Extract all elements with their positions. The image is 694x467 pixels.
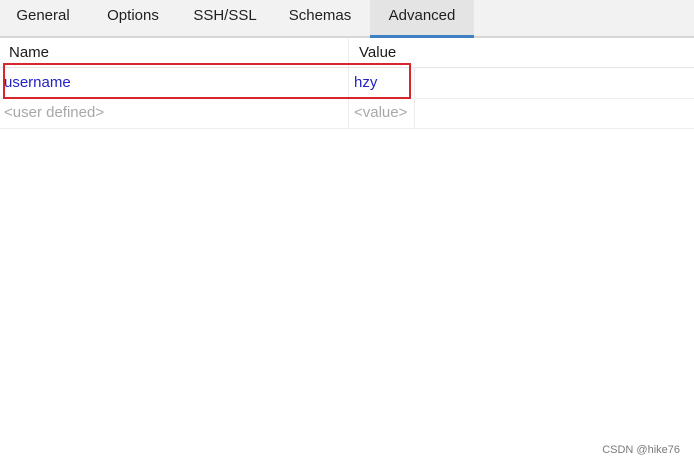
watermark: CSDN @hike76 (602, 444, 680, 456)
column-header-value[interactable]: Value (359, 38, 396, 67)
tab-bar: General Options SSH/SSL Schemas Advanced (0, 0, 694, 38)
table-header: Name Value (0, 38, 694, 68)
new-property-name-placeholder[interactable]: <user defined> (4, 98, 344, 128)
tab-advanced[interactable]: Advanced (370, 0, 474, 38)
tab-ssh-ssl[interactable]: SSH/SSL (180, 0, 270, 36)
tab-schemas[interactable]: Schemas (270, 0, 370, 36)
property-value-cell[interactable]: hzy (354, 68, 414, 98)
tab-options[interactable]: Options (86, 0, 180, 36)
tab-general[interactable]: General (0, 0, 86, 36)
table-row[interactable]: <user defined> <value> (0, 98, 694, 129)
property-name-cell[interactable]: username (4, 68, 344, 98)
column-header-name[interactable]: Name (9, 38, 49, 67)
new-property-value-placeholder[interactable]: <value> (354, 98, 414, 128)
table-row[interactable]: username hzy (0, 68, 694, 99)
